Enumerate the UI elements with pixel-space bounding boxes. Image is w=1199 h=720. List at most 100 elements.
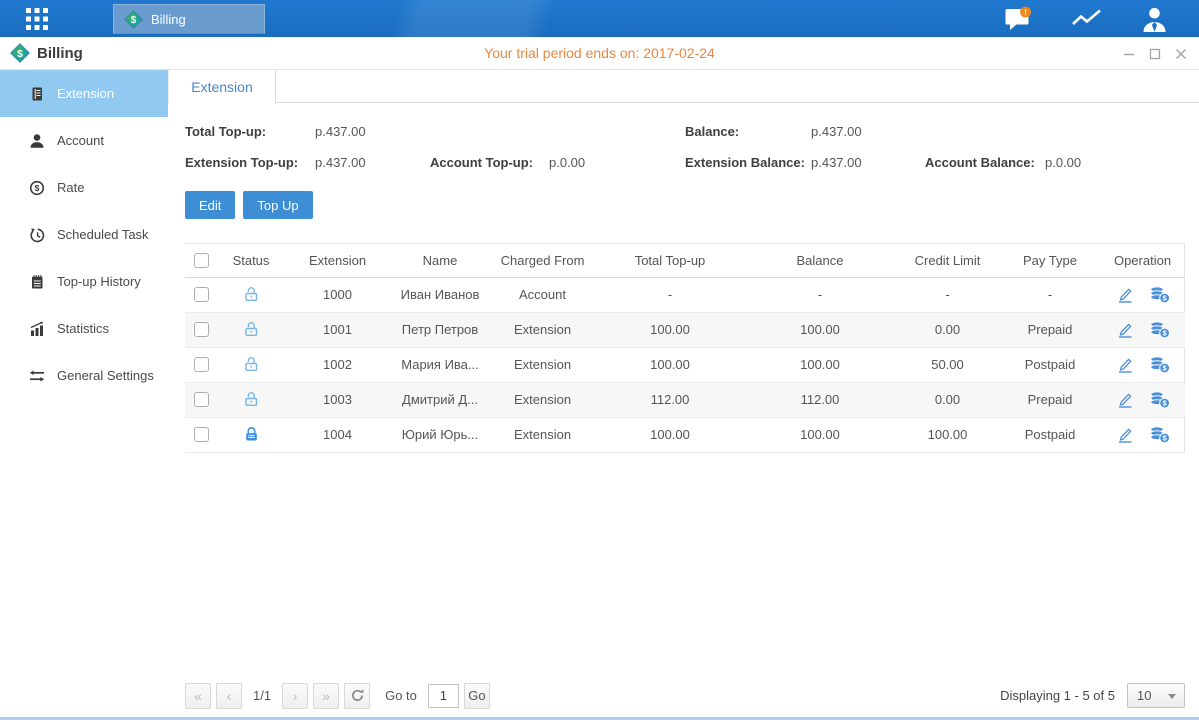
sidebar-item-label: Statistics: [57, 321, 109, 336]
statistics-chart-icon[interactable]: [1069, 4, 1103, 34]
edit-pencil-icon[interactable]: [1116, 321, 1134, 339]
lock-open-icon: [243, 391, 260, 408]
sidebar-item-statistics[interactable]: Statistics: [0, 305, 168, 352]
row-checkbox[interactable]: [194, 287, 209, 302]
go-button[interactable]: Go: [464, 683, 490, 709]
apps-grid-icon[interactable]: [14, 0, 60, 37]
edit-pencil-icon[interactable]: [1116, 356, 1134, 374]
top-up-coins-icon[interactable]: $: [1149, 356, 1170, 374]
svg-text:$: $: [17, 48, 23, 60]
sidebar-item-label: Rate: [57, 180, 84, 195]
goto-page-input[interactable]: [428, 684, 459, 708]
next-page-button[interactable]: ›: [282, 683, 308, 709]
table-row: 1001 Петр Петров Extension 100.00 100.00…: [185, 312, 1185, 347]
charged-from-cell: Extension: [490, 382, 595, 417]
first-page-button[interactable]: «: [185, 683, 211, 709]
sidebar-item-general-settings[interactable]: General Settings: [0, 352, 168, 399]
messages-icon[interactable]: !: [1001, 4, 1035, 34]
sidebar-item-account[interactable]: Account: [0, 117, 168, 164]
row-checkbox[interactable]: [194, 427, 209, 442]
taskbar-tab-billing[interactable]: $ Billing: [113, 4, 265, 34]
account-topup-value: p.0.00: [549, 155, 685, 170]
row-checkbox[interactable]: [194, 357, 209, 372]
trial-notice: Your trial period ends on: 2017-02-24: [0, 45, 1199, 61]
edit-pencil-icon[interactable]: [1116, 391, 1134, 409]
svg-text:$: $: [35, 183, 40, 193]
sidebar-item-rate[interactable]: $ Rate: [0, 164, 168, 211]
charged-from-cell: Extension: [490, 417, 595, 452]
lock-open-icon: [243, 356, 260, 373]
user-account-icon[interactable]: [1137, 4, 1171, 34]
total-topup-cell: 112.00: [595, 382, 745, 417]
column-header: Status: [217, 244, 285, 277]
notepad-icon: [29, 274, 45, 290]
last-page-button[interactable]: »: [313, 683, 339, 709]
column-header: Total Top-up: [595, 244, 745, 277]
balance-summary: Total Top-up: p.437.00 Extension Top-up:…: [185, 121, 1185, 183]
top-up-coins-icon[interactable]: $: [1149, 426, 1170, 444]
charged-from-cell: Account: [490, 277, 595, 312]
table-row: 1002 Мария Ива... Extension 100.00 100.0…: [185, 347, 1185, 382]
sidebar-item-label: Account: [57, 133, 104, 148]
edit-pencil-icon[interactable]: [1116, 426, 1134, 444]
account-balance-label: Account Balance:: [925, 155, 1045, 170]
page-size-dropdown[interactable]: 10: [1127, 683, 1185, 708]
name-cell: Петр Петров: [390, 312, 490, 347]
billing-diamond-icon: $: [10, 43, 30, 63]
column-header: Operation: [1100, 244, 1185, 277]
settings-arrows-icon: [29, 368, 45, 384]
table-footer: « ‹ 1/1 › » Go to Go Di: [185, 682, 1185, 709]
dropdown-caret-icon: [1168, 694, 1176, 699]
top-up-coins-icon[interactable]: $: [1149, 286, 1170, 304]
total-topup-cell: 100.00: [595, 347, 745, 382]
sidebar-item-label: Scheduled Task: [57, 227, 149, 242]
sidebar-item-scheduled-task[interactable]: Scheduled Task: [0, 211, 168, 258]
balance-cell: 100.00: [745, 417, 895, 452]
tab-extension[interactable]: Extension: [168, 70, 276, 104]
desktop-topbar: $ Billing !: [0, 0, 1199, 37]
refresh-icon: [350, 688, 365, 703]
extension-cell: 1002: [285, 347, 390, 382]
table-row: 1004 Юрий Юрь... Extension 100.00 100.00…: [185, 417, 1185, 452]
column-header: Pay Type: [1000, 244, 1100, 277]
dollar-coin-icon: $: [29, 180, 45, 196]
sidebar-item-extension[interactable]: Extension: [0, 70, 168, 117]
top-up-button[interactable]: Top Up: [243, 191, 312, 219]
select-all-checkbox[interactable]: [194, 253, 209, 268]
top-up-coins-icon[interactable]: $: [1149, 321, 1170, 339]
window-titlebar: $ Billing Your trial period ends on: 201…: [0, 37, 1199, 70]
ledger-icon: [29, 86, 45, 102]
lock-closed-icon: [243, 426, 260, 443]
page-indicator: 1/1: [253, 688, 271, 703]
column-header: Balance: [745, 244, 895, 277]
edit-pencil-icon[interactable]: [1116, 286, 1134, 304]
refresh-button[interactable]: [344, 683, 370, 709]
close-icon[interactable]: [1172, 45, 1189, 62]
account-topup-label: Account Top-up:: [430, 155, 549, 170]
balance-label: Balance:: [685, 124, 811, 139]
sidebar-item-topup-history[interactable]: Top-up History: [0, 258, 168, 305]
tabstrip: Extension: [168, 70, 1199, 103]
history-clock-icon: [29, 227, 45, 243]
extension-balance-value: p.437.00: [811, 155, 925, 170]
edit-button[interactable]: Edit: [185, 191, 235, 219]
name-cell: Юрий Юрь...: [390, 417, 490, 452]
prev-page-button[interactable]: ‹: [216, 683, 242, 709]
sidebar-item-label: General Settings: [57, 368, 154, 383]
minimize-icon[interactable]: [1120, 45, 1137, 62]
credit-limit-cell: 0.00: [895, 382, 1000, 417]
maximize-icon[interactable]: [1146, 45, 1163, 62]
top-up-coins-icon[interactable]: $: [1149, 391, 1170, 409]
credit-limit-cell: 100.00: [895, 417, 1000, 452]
balance-value: p.437.00: [811, 124, 925, 139]
user-icon: [29, 133, 45, 149]
extension-table: StatusExtensionNameCharged FromTotal Top…: [185, 243, 1185, 453]
name-cell: Иван Иванов: [390, 277, 490, 312]
name-cell: Мария Ива...: [390, 347, 490, 382]
main-content: Extension Total Top-up: p.437.00 Extensi…: [168, 70, 1199, 717]
row-checkbox[interactable]: [194, 392, 209, 407]
lock-open-icon: [243, 321, 260, 338]
row-checkbox[interactable]: [194, 322, 209, 337]
column-header: Credit Limit: [895, 244, 1000, 277]
balance-cell: 100.00: [745, 347, 895, 382]
